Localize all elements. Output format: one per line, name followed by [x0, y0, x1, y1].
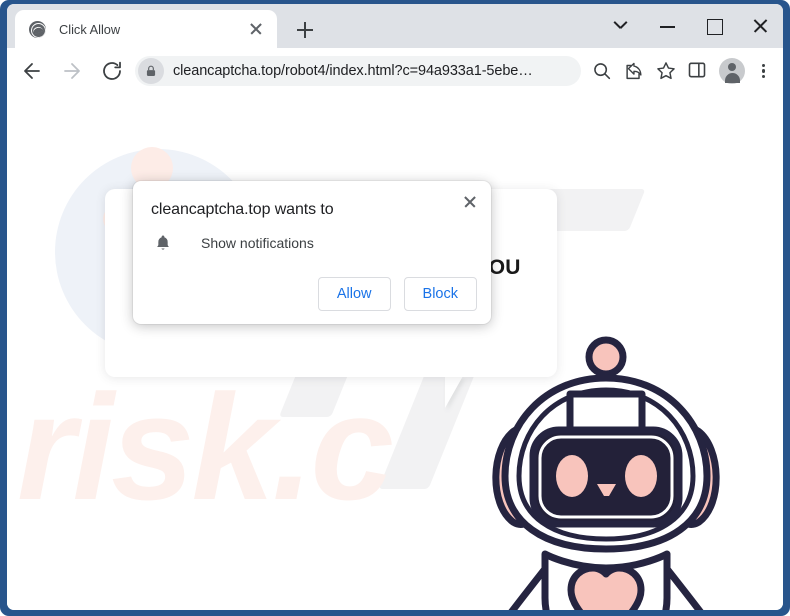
close-icon[interactable]	[245, 18, 267, 40]
page-viewport: risk.c CLICK ALLOW TO VERIFY THAT YOU AR…	[7, 93, 783, 610]
profile-avatar[interactable]	[719, 57, 745, 84]
permission-row: Show notifications	[153, 233, 314, 253]
browser-tab[interactable]: Click Allow	[15, 10, 277, 48]
notification-permission-dialog: cleancaptcha.top wants to Show notificat…	[133, 181, 491, 324]
minimize-button[interactable]	[645, 8, 691, 44]
robot-mascot	[475, 336, 737, 610]
close-window-button[interactable]	[737, 8, 783, 44]
block-button[interactable]: Block	[403, 277, 477, 311]
dialog-actions: Allow Block	[317, 277, 477, 311]
forward-arrow-icon	[57, 56, 87, 86]
search-icon[interactable]	[587, 56, 617, 86]
dialog-title: cleancaptcha.top wants to	[151, 201, 334, 218]
three-dot-menu-icon[interactable]	[749, 56, 777, 86]
url-text: cleancaptcha.top/robot4/index.html?c=94a…	[173, 62, 533, 79]
reload-icon[interactable]	[97, 56, 127, 86]
globe-icon	[29, 20, 46, 38]
bell-icon	[153, 233, 173, 253]
permission-label: Show notifications	[201, 235, 314, 251]
window-controls	[599, 4, 783, 48]
tab-strip: Click Allow	[7, 4, 783, 48]
close-icon[interactable]	[457, 189, 483, 215]
tab-search-button[interactable]	[599, 8, 645, 44]
bookmark-star-icon[interactable]	[651, 56, 681, 86]
address-bar[interactable]: cleancaptcha.top/robot4/index.html?c=94a…	[135, 55, 581, 86]
new-tab-button[interactable]	[291, 16, 319, 44]
browser-window: Click Allow cleancaptcha.top/robot4/inde…	[0, 0, 790, 616]
maximize-button[interactable]	[691, 8, 737, 44]
side-panel-icon[interactable]	[683, 56, 713, 86]
browser-window-inner: Click Allow cleancaptcha.top/robot4/inde…	[7, 4, 783, 610]
allow-button[interactable]: Allow	[317, 277, 391, 311]
watermark-text: risk.c	[17, 363, 394, 531]
lock-icon[interactable]	[138, 57, 164, 84]
back-arrow-icon[interactable]	[17, 56, 47, 86]
speech-bubble-tail	[445, 376, 463, 408]
tab-title: Click Allow	[59, 21, 121, 37]
browser-toolbar: cleancaptcha.top/robot4/index.html?c=94a…	[7, 48, 783, 93]
share-icon[interactable]	[619, 56, 649, 86]
